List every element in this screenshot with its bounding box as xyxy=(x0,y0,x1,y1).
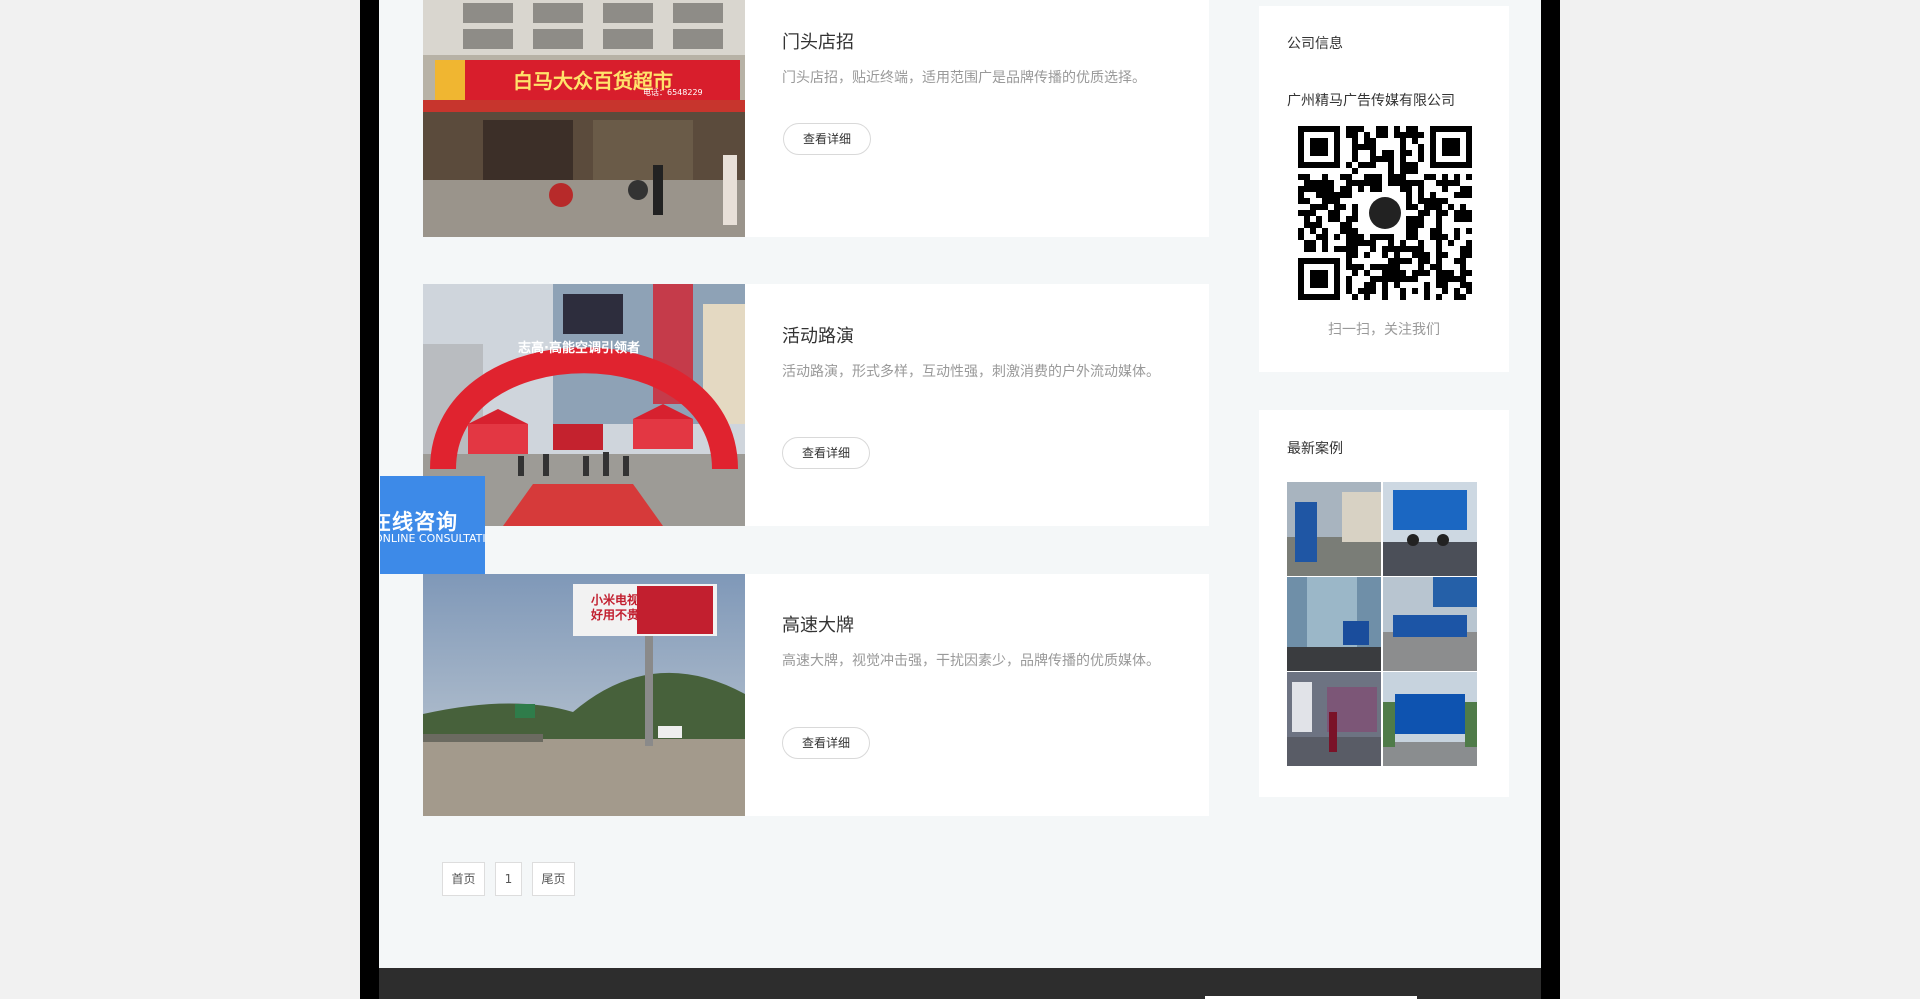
case-grid xyxy=(1287,482,1477,766)
view-detail-button[interactable]: 查看详细 xyxy=(782,437,870,469)
sidebar-latest-cases: 最新案例 xyxy=(1259,410,1509,797)
page-number-link[interactable]: 1 xyxy=(495,862,522,896)
consultation-label-en: ONLINE CONSULTATION xyxy=(380,532,485,545)
product-title[interactable]: 活动路演 xyxy=(782,322,854,348)
online-consultation-button[interactable]: 在线咨询 ONLINE CONSULTATION xyxy=(380,476,485,574)
case-thumb[interactable] xyxy=(1287,672,1381,766)
product-card-highway-billboard: 小米电视 好用不贵 高速大牌 高速大牌，视觉冲击强，干扰因素少，品牌传播的优质媒… xyxy=(423,574,1209,816)
qr-code xyxy=(1298,126,1472,300)
product-description: 高速大牌，视觉冲击强，干扰因素少，品牌传播的优质媒体。 xyxy=(782,653,1160,669)
product-card-storefront: 白马大众百货超市 电话：6548229 门头店招 门头店招，贴近终端，适用范围广… xyxy=(423,0,1209,237)
billboard-line1-text: 小米电视 xyxy=(591,592,639,607)
view-detail-button[interactable]: 查看详细 xyxy=(783,123,871,155)
case-thumb[interactable] xyxy=(1287,482,1381,576)
case-thumb[interactable] xyxy=(1287,577,1381,671)
latest-cases-title: 最新案例 xyxy=(1287,441,1343,457)
view-detail-button[interactable]: 查看详细 xyxy=(782,727,870,759)
sidebar-company-info: 公司信息 广州精马广告传媒有限公司 扫一扫，关注我们 xyxy=(1259,6,1509,372)
company-info-title: 公司信息 xyxy=(1287,36,1343,52)
product-title[interactable]: 门头店招 xyxy=(782,28,854,54)
product-description: 活动路演，形式多样，互动性强，刺激消费的户外流动媒体。 xyxy=(782,364,1160,380)
roadshow-arch-text: 志高·高能空调引领者 xyxy=(518,340,640,356)
billboard-line2-text: 好用不贵 xyxy=(590,607,639,622)
qr-caption: 扫一扫，关注我们 xyxy=(1328,322,1440,338)
storefront-phone-text: 电话：6548229 xyxy=(643,87,703,97)
case-thumb[interactable] xyxy=(1383,577,1477,671)
product-image-highway-billboard[interactable]: 小米电视 好用不贵 xyxy=(423,574,745,816)
case-thumb[interactable] xyxy=(1383,482,1477,576)
page-content: 白马大众百货超市 电话：6548229 门头店招 门头店招，贴近终端，适用范围广… xyxy=(379,0,1541,999)
footer xyxy=(379,968,1541,999)
case-thumb[interactable] xyxy=(1383,672,1477,766)
product-description: 门头店招，贴近终端，适用范围广是品牌传播的优质选择。 xyxy=(782,70,1146,86)
product-image-storefront[interactable]: 白马大众百货超市 电话：6548229 xyxy=(423,0,745,237)
product-card-roadshow: 志高·高能空调引领者 活动路演 活动路演，形式多样，互动性强，刺激消费的户外流动… xyxy=(423,284,1209,526)
page-first-link[interactable]: 首页 xyxy=(442,862,485,896)
page-last-link[interactable]: 尾页 xyxy=(532,862,575,896)
product-title[interactable]: 高速大牌 xyxy=(782,611,854,637)
company-name: 广州精马广告传媒有限公司 xyxy=(1287,93,1455,109)
